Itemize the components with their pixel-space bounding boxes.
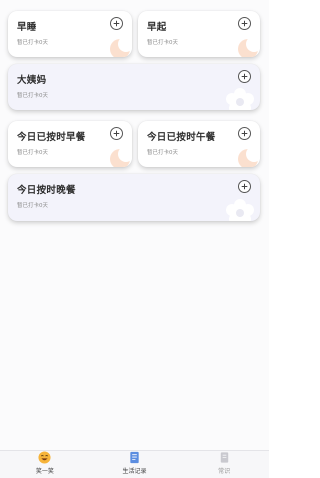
plus-icon (241, 130, 248, 137)
moon-decoration-icon (238, 146, 260, 167)
card-subtitle: 暂已打卡0天 (17, 203, 48, 209)
flower-decoration-icon (226, 199, 254, 221)
flower-decoration-icon (226, 88, 254, 110)
book-icon (220, 452, 228, 463)
checkin-card-breakfast[interactable]: 今日已按时早餐 暂已打卡0天 (8, 121, 132, 167)
card-title: 早起 (147, 22, 167, 33)
card-title: 今日已按时早餐 (17, 132, 86, 143)
moon-decoration-icon (110, 36, 132, 57)
tab-knowledge[interactable]: 常识 (179, 451, 269, 478)
plus-icon (241, 20, 248, 27)
card-subtitle: 暂已打卡0天 (17, 150, 48, 156)
add-checkin-button[interactable] (238, 127, 251, 140)
app-screen: 早睡 暂已打卡0天 早起 暂已打卡0天 大姨妈 暂已打卡0天 今日已按时早餐 暂… (0, 0, 269, 478)
card-title: 早睡 (17, 22, 37, 33)
add-checkin-button[interactable] (110, 17, 123, 30)
checkin-card-early-rise[interactable]: 早起 暂已打卡0天 (138, 11, 260, 57)
checkin-card-dinner[interactable]: 今日按时晚餐 暂已打卡0天 (8, 174, 260, 221)
record-document-icon (130, 451, 139, 464)
card-subtitle: 暂已打卡0天 (17, 40, 48, 46)
tab-label: 生活记录 (122, 468, 147, 475)
tab-label: 常识 (218, 468, 231, 475)
checkin-card-period[interactable]: 大姨妈 暂已打卡0天 (8, 64, 260, 110)
plus-icon (113, 130, 120, 137)
tab-smile[interactable]: 笑一笑 (0, 451, 90, 478)
tab-life-record[interactable]: 生活记录 (90, 451, 180, 478)
bottom-tab-bar: 笑一笑 生活记录 常识 (0, 450, 269, 478)
card-subtitle: 暂已打卡0天 (147, 150, 178, 156)
checkin-card-lunch[interactable]: 今日已按时午餐 暂已打卡0天 (138, 121, 260, 167)
card-subtitle: 暂已打卡0天 (147, 40, 178, 46)
card-title: 大姨妈 (17, 75, 47, 86)
plus-icon (241, 73, 248, 80)
moon-decoration-icon (238, 36, 260, 57)
plus-icon (113, 20, 120, 27)
checkin-card-early-sleep[interactable]: 早睡 暂已打卡0天 (8, 11, 132, 57)
plus-icon (241, 183, 248, 190)
moon-decoration-icon (110, 146, 132, 167)
card-title: 今日按时晚餐 (17, 185, 76, 196)
card-title: 今日已按时午餐 (147, 132, 216, 143)
tab-label: 笑一笑 (35, 468, 54, 475)
add-checkin-button[interactable] (238, 17, 251, 30)
card-subtitle: 暂已打卡0天 (17, 93, 48, 99)
smile-emoji-icon (38, 451, 51, 464)
add-checkin-button[interactable] (110, 127, 123, 140)
